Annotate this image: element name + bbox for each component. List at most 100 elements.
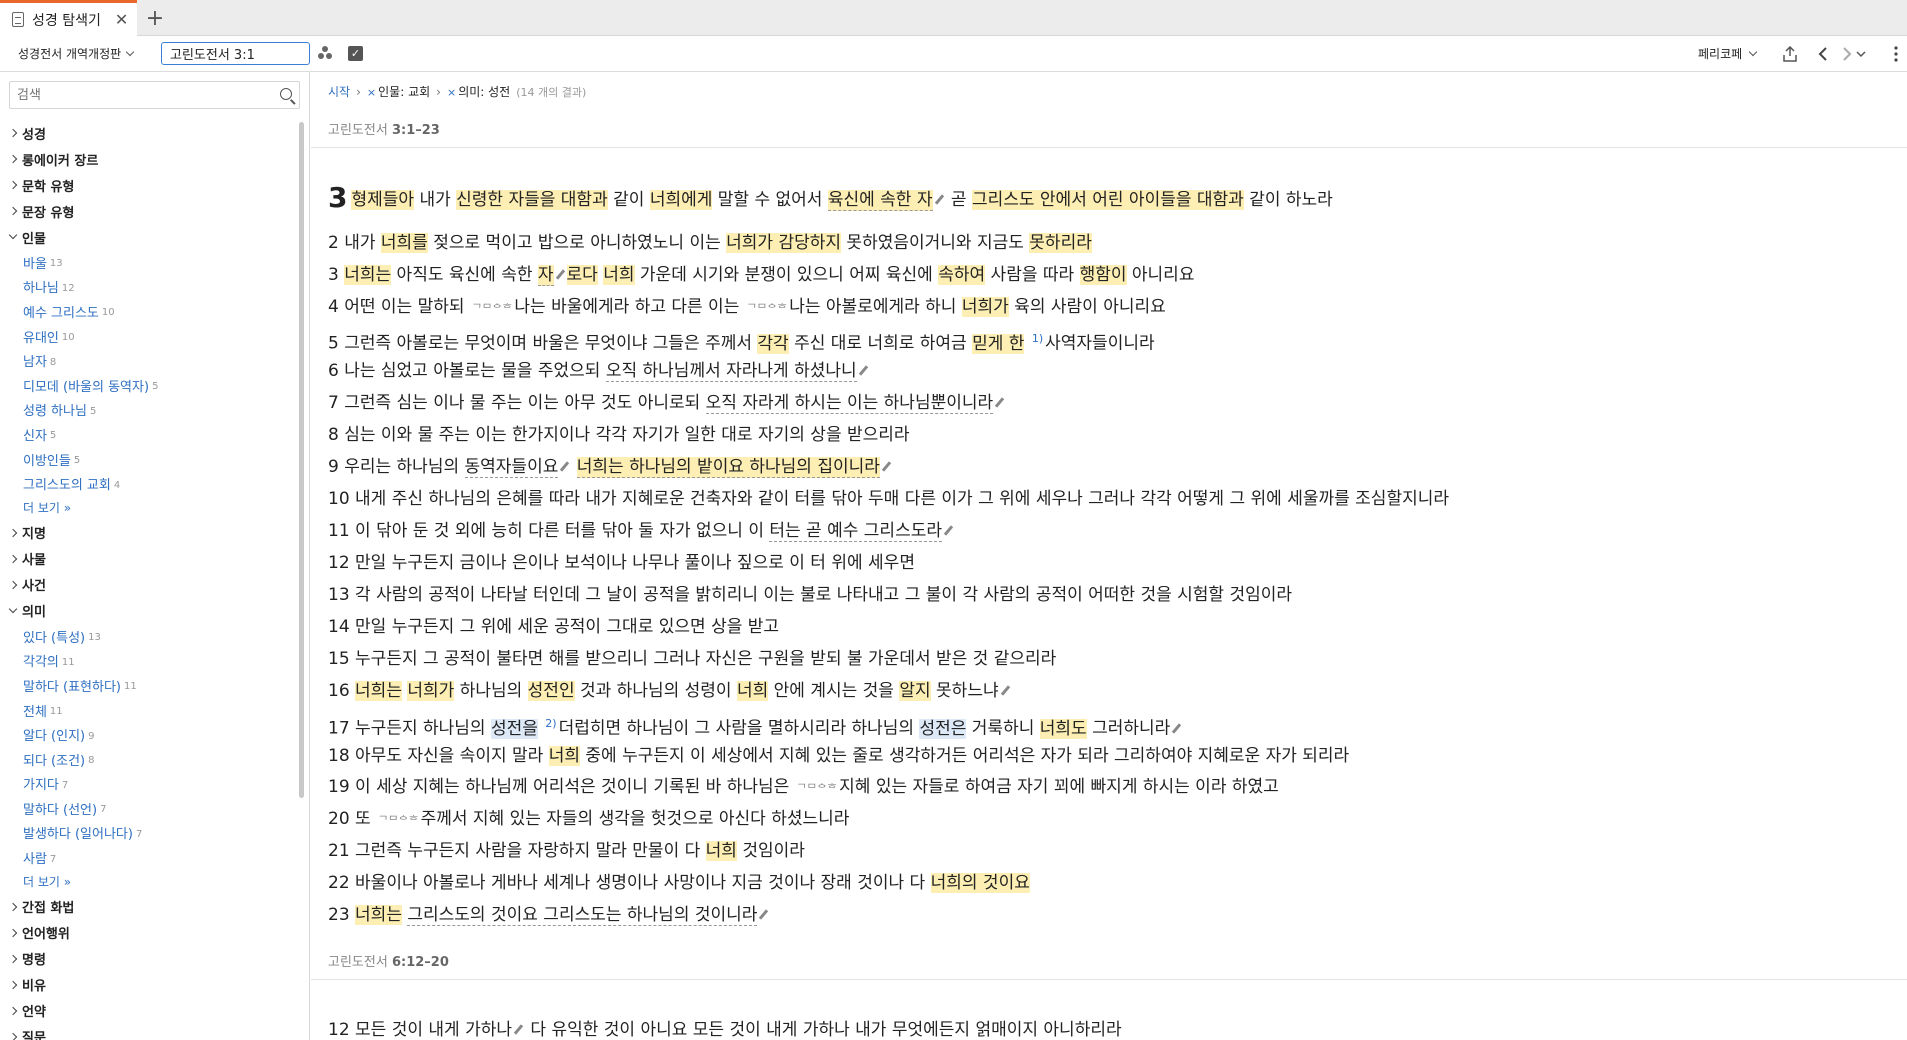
tab-title: 성경 탐색기 bbox=[32, 12, 101, 29]
facet-search-input[interactable] bbox=[10, 82, 260, 108]
people-icon[interactable] bbox=[318, 46, 334, 62]
chevron-down-icon bbox=[125, 47, 135, 56]
history-dropdown-icon[interactable] bbox=[1854, 42, 1868, 66]
more-meaning-link[interactable]: 더 보기 » bbox=[10, 870, 290, 894]
facet-sentence-type[interactable]: 문장 유형 bbox=[8, 198, 290, 224]
facet-item[interactable]: 신자 5 bbox=[10, 422, 290, 447]
chevron-right-icon bbox=[8, 128, 18, 138]
facet-item[interactable]: 알다 (인지) 9 bbox=[10, 722, 290, 747]
facet-list: 성경 롱에이커 장르 문학 유형 문장 유형 인물 바울 13 하나님 12 예수 … bbox=[8, 120, 290, 1040]
facet-item[interactable]: 되다 (조건) 8 bbox=[10, 747, 290, 772]
sidebar-scrollbar[interactable] bbox=[299, 122, 304, 798]
divider bbox=[311, 979, 1907, 980]
breadcrumb-separator: › bbox=[356, 84, 361, 99]
verse-3-17: 17 누구든지 하나님의 성전을 2) 더럽히면 하나님이 그 사람을 멸하시리라… bbox=[328, 712, 1183, 741]
facet-item[interactable]: 있다 (특성) 13 bbox=[10, 624, 290, 649]
resource-picker[interactable]: 성경전서 개역개정판 bbox=[18, 45, 135, 62]
breadcrumb-start[interactable]: 시작 bbox=[328, 83, 350, 100]
chevron-down-icon bbox=[8, 604, 18, 614]
facet-search[interactable] bbox=[9, 81, 300, 109]
share-icon[interactable] bbox=[1780, 42, 1800, 66]
filter-people-church[interactable]: × 인물: 교회 bbox=[367, 83, 430, 100]
facet-item[interactable]: 성령 하나님 5 bbox=[10, 398, 290, 423]
facet-item[interactable]: 그리스도의 교회 4 bbox=[10, 471, 290, 496]
remove-filter-icon: × bbox=[446, 86, 457, 99]
verse-3-16: 16 너희는 너희가 하나님의 성전인 것과 하나님의 성령이 너희 안에 계시… bbox=[328, 679, 1012, 703]
facet-people[interactable]: 인물 bbox=[8, 224, 290, 250]
chevron-down-icon bbox=[8, 230, 18, 240]
facet-item[interactable]: 사람 7 bbox=[10, 845, 290, 870]
more-people-link[interactable]: 더 보기 » bbox=[10, 496, 290, 520]
back-icon[interactable] bbox=[1814, 42, 1832, 66]
parallel-label: 페리코페 bbox=[1698, 47, 1743, 61]
chevron-right-icon bbox=[8, 154, 18, 164]
verse-3-21: 21 그런즉 누구든지 사람을 자랑하지 말라 만물이 다 너희 것임이라 bbox=[328, 841, 805, 861]
facet-item[interactable]: 남자 8 bbox=[10, 348, 290, 373]
facet-item[interactable]: 전체 11 bbox=[10, 698, 290, 723]
facet-events[interactable]: 사건 bbox=[8, 572, 290, 598]
facet-item[interactable]: 발생하다 (일어나다) 7 bbox=[10, 821, 290, 846]
facet-item[interactable]: 예수 그리스도 10 bbox=[10, 299, 290, 324]
search-icon[interactable] bbox=[280, 88, 292, 100]
document-icon bbox=[12, 12, 24, 27]
chevron-right-icon bbox=[8, 554, 18, 564]
facet-item[interactable]: 바울 13 bbox=[10, 250, 290, 275]
facet-item[interactable]: 말하다 (표현하다) 11 bbox=[10, 673, 290, 698]
verse-3-18: 18 아무도 자신을 속이지 말라 너희 중에 누구든지 이 세상에서 지혜 있… bbox=[328, 746, 1350, 766]
verse-3-9: 9 우리는 하나님의 동역자들이요 너희는 하나님의 밭이요 하나님의 집이니라 bbox=[328, 455, 893, 479]
verse-3-19: 19 이 세상 지혜는 하나님께 어리석은 것이니 기록된 바 하나님은 ᄀᄆᅌ… bbox=[328, 777, 1279, 797]
facet-item[interactable]: 말하다 (선언) 7 bbox=[10, 796, 290, 821]
verse-3-12: 12 만일 누구든지 금이나 은이나 보석이나 나무나 풀이나 짚으로 이 터 … bbox=[328, 553, 915, 573]
facet-indirect-speech[interactable]: 간접 화법 bbox=[8, 894, 290, 920]
chevron-right-icon bbox=[8, 580, 18, 590]
facet-literary-type[interactable]: 문학 유형 bbox=[8, 172, 290, 198]
chevron-down-icon bbox=[1748, 47, 1758, 56]
close-tab-icon[interactable]: ✕ bbox=[115, 10, 128, 29]
facet-item[interactable]: 이방인들 5 bbox=[10, 447, 290, 472]
facet-speech-act[interactable]: 언어행위 bbox=[8, 920, 290, 946]
new-tab-button[interactable]: + bbox=[141, 4, 169, 32]
more-menu-icon[interactable] bbox=[1889, 42, 1903, 66]
chevron-right-icon bbox=[8, 1032, 18, 1040]
toolbar: 성경전서 개역개정판 ✓ 페리코페 bbox=[0, 36, 1907, 72]
verse-6-12: 12 모든 것이 내게 가하나 다 유익한 것이 아니요 모든 것이 내게 가하… bbox=[328, 1020, 1122, 1040]
facet-meaning[interactable]: 의미 bbox=[8, 598, 290, 624]
facet-sidebar: 성경 롱에이커 장르 문학 유형 문장 유형 인물 바울13 하나님12 예수 … bbox=[0, 72, 310, 1040]
checklist-icon[interactable]: ✓ bbox=[348, 46, 363, 61]
chevron-right-icon bbox=[8, 528, 18, 538]
tab-bar: 성경 탐색기 ✕ + bbox=[0, 0, 1907, 36]
facet-item[interactable]: 유대인 10 bbox=[10, 324, 290, 349]
reference-input[interactable] bbox=[161, 42, 310, 65]
verse-3-6: 6 나는 심었고 아볼로는 물을 주었으되 오직 하나님께서 자라나게 하셨나니 bbox=[328, 359, 870, 383]
verse-3-4: 4 어떤 이는 말하되 ᄀᄆᅌᄒ 나는 바울에게라 하고 다른 이는 ᄀᄆᅌᄒ 나는… bbox=[328, 297, 1166, 317]
chevron-right-icon bbox=[8, 206, 18, 216]
facet-genre[interactable]: 롱에이커 장르 bbox=[8, 146, 290, 172]
tab-bible-explorer[interactable]: 성경 탐색기 ✕ bbox=[0, 0, 137, 36]
verse-3-5: 5 그런즉 아볼로는 무엇이며 바울은 무엇이냐 그들은 주께서 각각 주신 대… bbox=[328, 332, 1155, 354]
facet-item[interactable]: 가지다 7 bbox=[10, 772, 290, 797]
facet-places[interactable]: 지명 bbox=[8, 520, 290, 546]
facet-question[interactable]: 질문 bbox=[8, 1024, 290, 1040]
facet-bible[interactable]: 성경 bbox=[8, 120, 290, 146]
facet-item[interactable]: 각각의 11 bbox=[10, 649, 290, 674]
passage-heading[interactable]: 고린도전서 6:12–20 bbox=[328, 951, 449, 970]
verse-3-8: 8 심는 이와 물 주는 이는 한가지이나 각각 자기가 일한 대로 자기의 상… bbox=[328, 425, 910, 445]
chevron-right-icon bbox=[8, 980, 18, 990]
verse-3-14: 14 만일 누구든지 그 위에 세운 공적이 그대로 있으면 상을 받고 bbox=[328, 617, 780, 637]
verse-3-1: 3 형제들아 내가 신령한 자들을 대함과 같이 너희에게 말할 수 없어서 육신… bbox=[328, 181, 1333, 214]
verse-3-3: 3 너희는 아직도 육신에 속한 자 로다 너희 가운데 시기와 분쟁이 있으니 … bbox=[328, 265, 1195, 286]
facet-command[interactable]: 명령 bbox=[8, 946, 290, 972]
chevron-right-icon bbox=[8, 954, 18, 964]
passage-heading[interactable]: 고린도전서 3:1–23 bbox=[328, 119, 440, 138]
verse-3-22: 22 바울이나 아볼로나 게바나 세계나 생명이나 사망이나 지금 것이나 장래… bbox=[328, 873, 1030, 893]
facet-figurative[interactable]: 비유 bbox=[8, 972, 290, 998]
chevron-right-icon bbox=[8, 180, 18, 190]
verse-3-15: 15 누구든지 그 공적이 불타면 해를 받으리니 그러나 자신은 구원을 받되… bbox=[328, 649, 1057, 669]
filter-meaning-temple[interactable]: × 의미: 성전 bbox=[447, 83, 510, 100]
facet-things[interactable]: 사물 bbox=[8, 546, 290, 572]
parallel-resources-picker[interactable]: 페리코페 bbox=[1698, 45, 1758, 62]
facet-covenant[interactable]: 언약 bbox=[8, 998, 290, 1024]
verse-3-20: 20 또 ᄀᄆᅌᄒ 주께서 지혜 있는 자들의 생각을 헛것으로 아신다 하셨느니… bbox=[328, 809, 850, 829]
facet-item[interactable]: 하나님 12 bbox=[10, 275, 290, 300]
facet-item[interactable]: 디모데 (바울의 동역자) 5 bbox=[10, 373, 290, 398]
